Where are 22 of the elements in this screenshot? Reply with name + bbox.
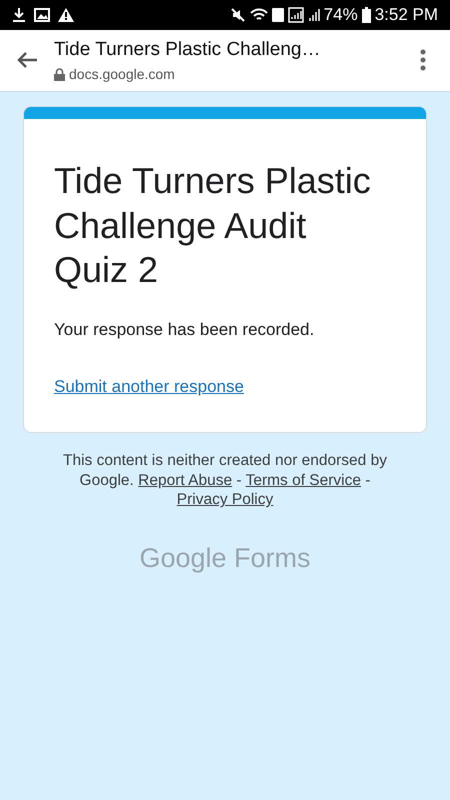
- footer-link[interactable]: Terms of Service: [246, 472, 361, 489]
- clock-time: 3:52 PM: [374, 4, 438, 26]
- footer-link[interactable]: Report Abuse: [138, 472, 232, 489]
- footer-link[interactable]: Privacy Policy: [176, 491, 274, 508]
- disclaimer-text: This content is neither created nor endorsed by Google. Report Abuse - Terms of Service - Privacy Policy: [62, 451, 388, 510]
- page-title: Tide Turners Plastic Challeng…: [54, 38, 322, 62]
- confirmation-message: Your response has been recorded.: [54, 318, 316, 341]
- submit-another-link[interactable]: Submit another response: [54, 377, 244, 396]
- form-title: Tide Turners Plastic Challenge Audit Quiz 2: [54, 159, 372, 292]
- battery-percent: 74%: [324, 4, 358, 26]
- url-text: docs.google.com: [69, 65, 175, 84]
- signal-icon: [308, 7, 320, 23]
- signal-icon: [288, 7, 304, 23]
- image-icon: [34, 8, 50, 22]
- google-forms-logo: Google Forms: [138, 542, 312, 575]
- mute-icon: [230, 7, 246, 23]
- sim-icon: [272, 7, 284, 23]
- warning-icon: [58, 8, 74, 22]
- lock-icon: [54, 68, 65, 82]
- menu-button[interactable]: [420, 48, 426, 72]
- download-icon: [12, 7, 26, 23]
- battery-icon: [362, 7, 371, 23]
